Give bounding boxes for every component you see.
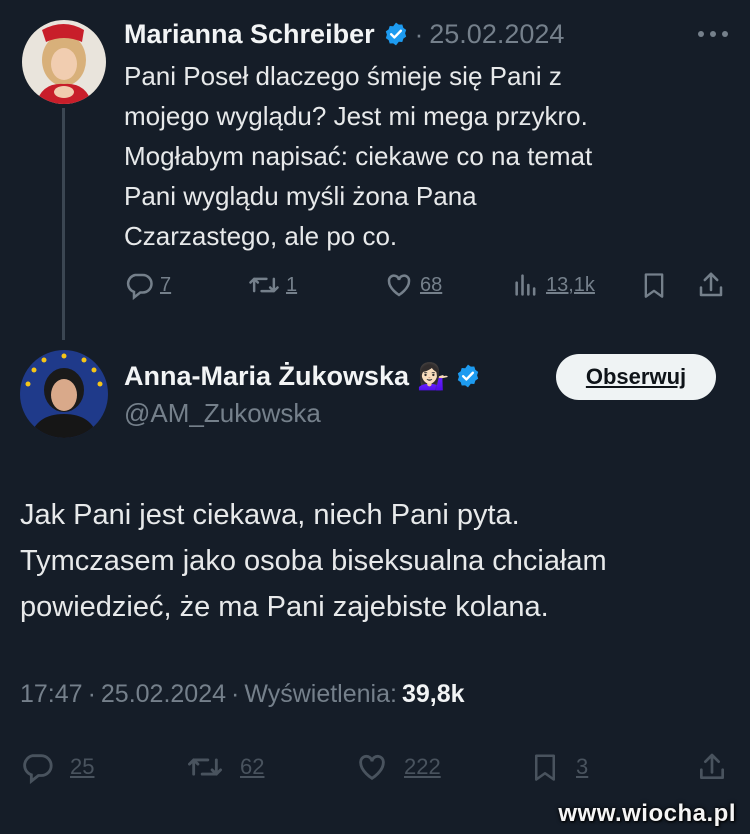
bookmark-count: 3 — [576, 754, 589, 779]
more-options-icon[interactable] — [696, 28, 730, 40]
tweet-date[interactable]: 25.02.2024 — [101, 680, 226, 709]
like-button[interactable]: 222 — [354, 750, 441, 784]
views-label: Wyświetlenia: — [244, 680, 397, 708]
reply-header: Marianna Schreiber · 25.02.2024 — [124, 14, 564, 54]
emoji: 💁🏻‍♀️ — [417, 360, 450, 391]
text-line: Tymczasem jako osoba biseksualna chciała… — [20, 545, 607, 577]
separator-dot: · — [231, 680, 240, 708]
avatar[interactable] — [22, 20, 106, 104]
verified-badge-icon — [383, 21, 409, 47]
reply-count: 7 — [160, 273, 172, 296]
author-name[interactable]: Marianna Schreiber — [124, 19, 375, 50]
like-count: 68 — [420, 273, 443, 296]
like-button[interactable]: 68 — [384, 270, 442, 300]
text-line: Jak Pani jest ciekawa, niech Pani pyta. — [20, 499, 520, 531]
follow-button[interactable]: Obserwuj — [556, 354, 716, 400]
text-line: Pani wyglądu myśli żona Pana — [124, 181, 477, 211]
bookmark-button[interactable]: 3 — [530, 750, 588, 784]
like-count: 222 — [404, 754, 441, 779]
reply-count: 25 — [70, 754, 95, 779]
bookmark-icon — [535, 754, 555, 781]
text-line: Pani Poseł dlaczego śmieje się Pani z — [124, 61, 562, 91]
tweet-time[interactable]: 17:47 — [20, 680, 83, 709]
thread-line — [62, 108, 65, 340]
reply-icon — [23, 754, 53, 784]
main-text: Jak Pani jest ciekawa, niech Pani pyta. … — [20, 492, 740, 630]
text-line: powiedzieć, że ma Pani zajebiste kolana. — [20, 591, 549, 623]
reply-button[interactable]: 25 — [20, 750, 94, 784]
retweet-button[interactable]: 1 — [248, 270, 297, 300]
user-handle[interactable]: @AM_Zukowska — [124, 398, 321, 429]
reply-button[interactable]: 7 — [124, 270, 171, 300]
retweet-icon — [249, 277, 279, 293]
share-icon[interactable] — [696, 750, 728, 784]
reply-icon — [126, 273, 153, 300]
retweet-count: 1 — [286, 273, 298, 296]
share-icon[interactable] — [696, 270, 726, 300]
heart-icon — [359, 754, 385, 781]
views-chart-icon — [515, 274, 536, 296]
main-header: Anna-Maria Żukowska 💁🏻‍♀️ — [124, 356, 481, 396]
bookmark-icon[interactable] — [640, 270, 668, 300]
views-count: 13,1k — [546, 273, 595, 296]
views-button[interactable]: 13,1k — [512, 270, 595, 300]
text-line: mojego wyglądu? Jest mi mega przykro. — [124, 101, 588, 131]
retweet-icon — [188, 758, 222, 776]
author-name[interactable]: Anna-Maria Żukowska — [124, 361, 409, 392]
retweet-button[interactable]: 62 — [186, 750, 264, 784]
separator-dot: · — [414, 18, 424, 49]
text-line: Mogłabym napisać: ciekawe co na temat — [124, 141, 593, 171]
tweet-date[interactable]: 25.02.2024 — [429, 19, 564, 50]
separator-dot: · — [87, 680, 96, 708]
verified-badge-icon — [455, 363, 481, 389]
views-count: 39,8k — [401, 680, 465, 708]
watermark: www.wiocha.pl — [558, 800, 736, 827]
tweet-meta: 17:47 · 25.02.2024 · Wyświetlenia: 39,8k — [20, 680, 465, 709]
reply-text: Pani Poseł dlaczego śmieje się Pani z mo… — [124, 56, 724, 256]
text-line: Czarzastego, ale po co. — [124, 221, 398, 251]
retweet-count: 62 — [240, 754, 265, 779]
avatar[interactable] — [20, 350, 108, 438]
heart-icon — [387, 274, 411, 297]
